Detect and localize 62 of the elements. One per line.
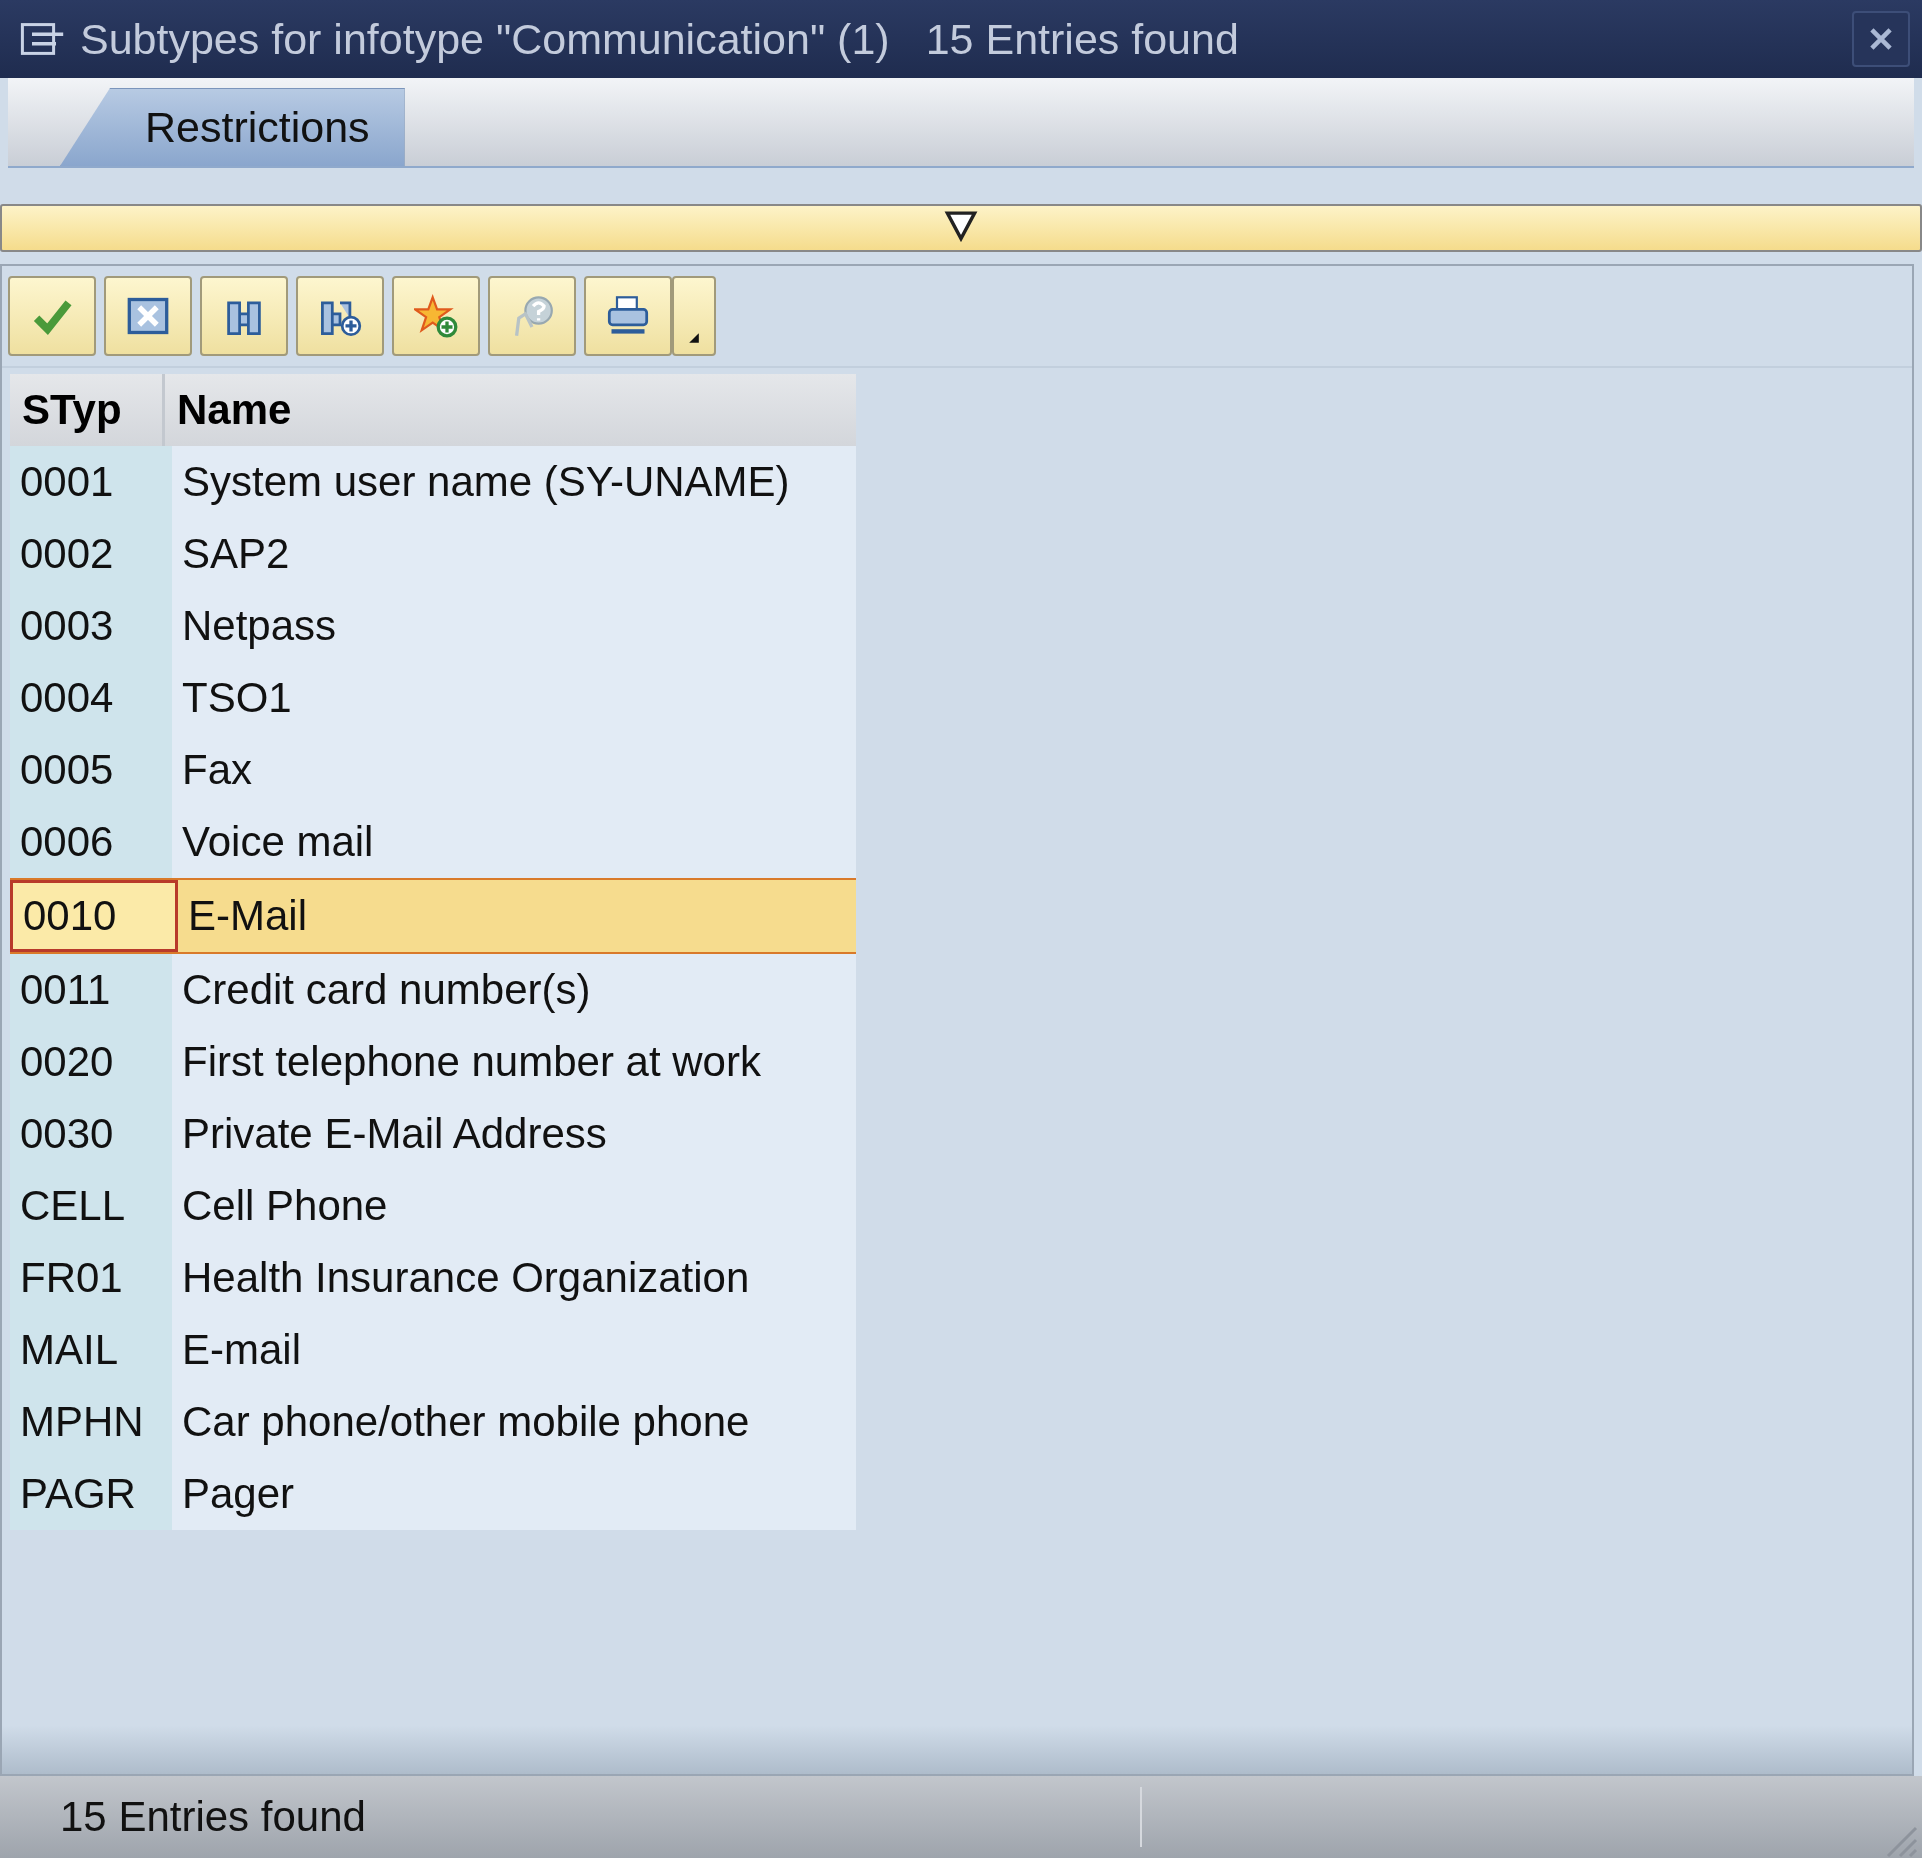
subtype-cell: 0020: [10, 1026, 172, 1098]
subtype-cell: PAGR: [10, 1458, 172, 1530]
name-cell-text: E-Mail: [187, 891, 308, 941]
name-cell-text: TSO1: [181, 673, 293, 723]
table-row[interactable]: 0011 Credit card number(s): [10, 954, 856, 1026]
table-row[interactable]: 0001 System user name (SY-UNAME): [10, 446, 856, 518]
subtype-cell: MPHN: [10, 1386, 172, 1458]
add-favorite-button[interactable]: [392, 276, 480, 356]
name-cell-text: Netpass: [181, 601, 338, 651]
close-icon[interactable]: [1868, 26, 1894, 52]
table-row[interactable]: 0020 First telephone number at work: [10, 1026, 856, 1098]
table-row[interactable]: PAGR Pager: [10, 1458, 856, 1530]
table-row[interactable]: 0003 Netpass: [10, 590, 856, 662]
window-title: Subtypes for infotype "Communication" (1): [80, 14, 890, 64]
subtype-cell: 0004: [10, 662, 172, 734]
subtype-cell: 0002: [10, 518, 172, 590]
name-cell-text: Fax: [181, 745, 253, 795]
subtype-cell: MAIL: [10, 1314, 172, 1386]
dropdown-arrow-icon[interactable]: [688, 332, 700, 344]
subtype-cell: 0011: [10, 954, 172, 1026]
table-row[interactable]: 0010 E-Mail: [10, 878, 856, 954]
status-text: 15 Entries found: [60, 1793, 367, 1841]
table-row[interactable]: 0005 Fax: [10, 734, 856, 806]
cancel-button[interactable]: [104, 276, 192, 356]
subtype-cell: 0030: [10, 1098, 172, 1170]
table-row[interactable]: MAIL E-mail: [10, 1314, 856, 1386]
name-cell-text: Credit card number(s): [181, 965, 592, 1015]
subtype-cell: 0005: [10, 734, 172, 806]
subtype-cell: 0003: [10, 590, 172, 662]
table-row[interactable]: MPHN Car phone/other mobile phone: [10, 1386, 856, 1458]
print-button[interactable]: [584, 276, 672, 356]
table-row[interactable]: 0004 TSO1: [10, 662, 856, 734]
help-button[interactable]: [488, 276, 576, 356]
table-row[interactable]: FR01 Health Insurance Organization: [10, 1242, 856, 1314]
name-cell-text: Voice mail: [181, 817, 375, 867]
subtype-cell: FR01: [10, 1242, 172, 1314]
column-header[interactable]: Name: [165, 374, 856, 446]
name-cell-text: Private E-Mail Address: [181, 1109, 608, 1159]
close-button[interactable]: [1852, 11, 1910, 67]
name-cell-text: First telephone number at work: [181, 1037, 762, 1087]
table-row[interactable]: CELL Cell Phone: [10, 1170, 856, 1242]
name-cell-text: Car phone/other mobile phone: [181, 1397, 751, 1447]
subtype-cell: 0001: [10, 446, 172, 518]
check-button[interactable]: [8, 276, 96, 356]
name-cell-text: Cell Phone: [181, 1181, 389, 1231]
restrictions-tab[interactable]: Restrictions: [60, 88, 405, 166]
entries-count: 15 Entries found: [925, 14, 1239, 64]
find-next-button[interactable]: [296, 276, 384, 356]
name-cell-text: Health Insurance Organization: [181, 1253, 751, 1303]
name-cell-text: E-mail: [181, 1325, 302, 1375]
table-row[interactable]: 0006 Voice mail: [10, 806, 856, 878]
name-cell-text: System user name (SY-UNAME): [181, 457, 791, 507]
find-button[interactable]: [200, 276, 288, 356]
subtype-cell: 0010: [10, 880, 178, 952]
table-row[interactable]: 0002 SAP2: [10, 518, 856, 590]
subtype-cell: CELL: [10, 1170, 172, 1242]
subtype-cell: 0006: [10, 806, 172, 878]
collapse-arrow-icon[interactable]: [944, 208, 978, 242]
table-row[interactable]: 0030 Private E-Mail Address: [10, 1098, 856, 1170]
name-cell-text: SAP2: [181, 529, 291, 579]
star-plus-icon[interactable]: [414, 294, 458, 338]
name-cell-text: Pager: [181, 1469, 296, 1519]
